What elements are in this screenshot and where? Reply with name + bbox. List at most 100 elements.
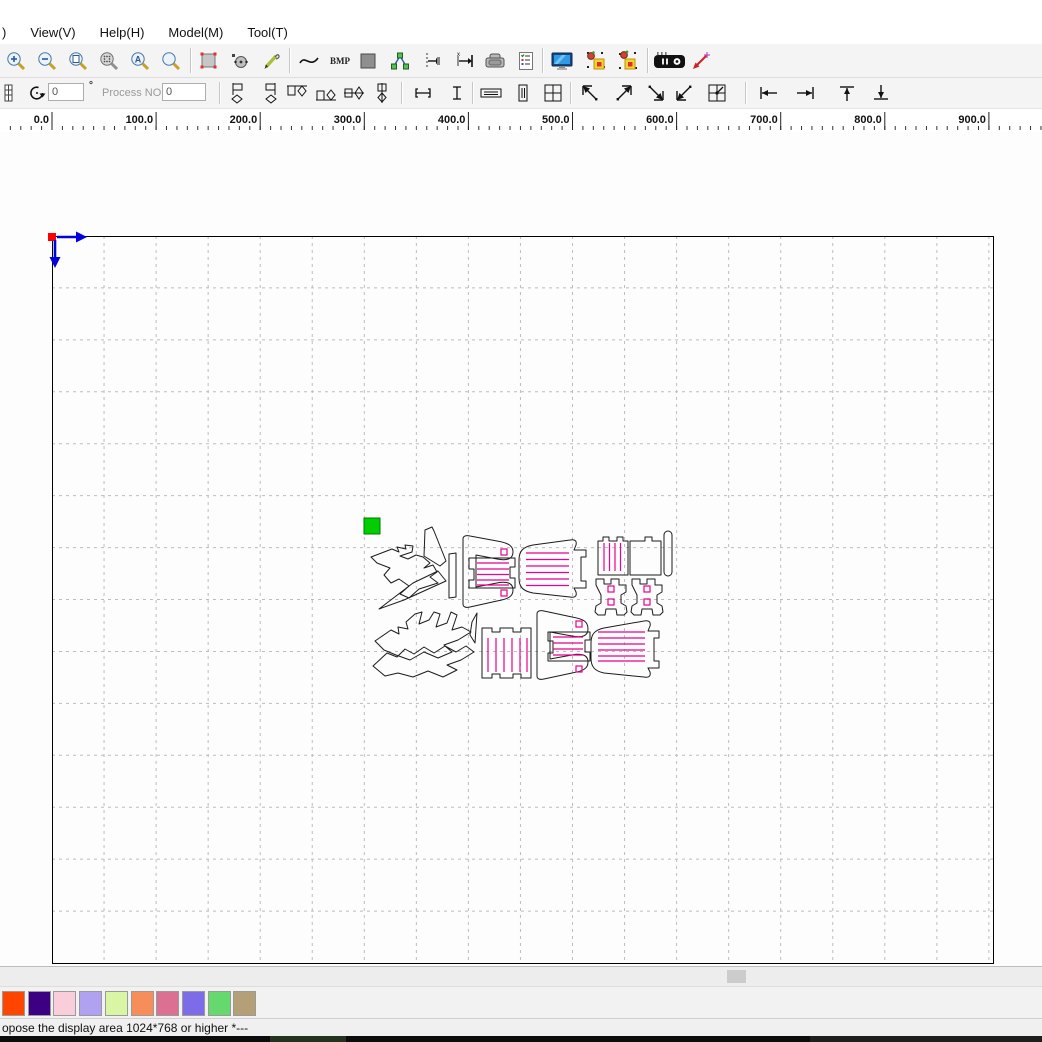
bmp-label: BMP	[330, 56, 350, 66]
move-left-button[interactable]	[756, 80, 782, 106]
menu-item-1[interactable]: View(V)	[30, 25, 75, 40]
horizontal-ruler: 0.0100.0200.0300.0400.0500.0600.0700.080…	[0, 108, 1042, 133]
zoom-in-button[interactable]	[2, 47, 30, 75]
corner-bottom-right-icon	[643, 82, 667, 104]
menu-item-2[interactable]: Help(H)	[100, 25, 145, 40]
toolbar-separator	[570, 82, 571, 104]
zoom-page-button[interactable]	[64, 47, 92, 75]
machine-icon	[483, 50, 507, 72]
node-tree-button[interactable]	[386, 47, 414, 75]
fill-rect-button[interactable]	[354, 47, 382, 75]
rotate-angle-input[interactable]	[48, 83, 84, 101]
palette-swatch-6[interactable]	[156, 991, 179, 1016]
same-height-icon	[512, 82, 534, 104]
same-width-button[interactable]	[478, 80, 504, 106]
align-center-v-icon	[370, 81, 394, 105]
curve-tool-button[interactable]	[295, 47, 323, 75]
bmp-tool-button[interactable]: BMP	[324, 47, 356, 75]
part-square-left	[598, 537, 628, 575]
part-jagged-bottom-1	[375, 612, 471, 660]
move-to-top-right-button[interactable]	[610, 80, 636, 106]
same-height-button[interactable]	[510, 80, 536, 106]
move-to-bottom-right-button[interactable]	[642, 80, 668, 106]
taskbar-segment	[810, 1036, 1042, 1042]
taskbar-segment	[270, 1036, 346, 1042]
center-target-icon	[706, 82, 730, 104]
partial-grid-button[interactable]	[0, 80, 16, 106]
ruler-label-600.0: 600.0	[646, 114, 674, 126]
pen-icon	[260, 50, 282, 72]
offset-right-button[interactable]: x	[450, 47, 478, 75]
pen-draw-button[interactable]	[257, 47, 285, 75]
drawing-canvas[interactable]	[0, 132, 1042, 966]
menu-item-3[interactable]: Model(M)	[168, 25, 223, 40]
rotate-icon	[26, 82, 48, 104]
ruler-label-0.0: 0.0	[34, 114, 49, 126]
align-center-h-button[interactable]	[341, 80, 367, 106]
palette-swatch-3[interactable]	[79, 991, 102, 1016]
move-up-button[interactable]	[834, 80, 860, 106]
move-to-bottom-left-button[interactable]	[672, 80, 698, 106]
array-copy-2-icon	[616, 49, 640, 73]
task-list-button[interactable]	[512, 47, 540, 75]
align-toolbar: ° Process NO:	[0, 78, 1042, 109]
task-list-icon	[515, 50, 537, 72]
align-center-v-button[interactable]	[369, 80, 395, 106]
arrow-left-bar-icon	[756, 82, 782, 104]
distribute-h-button[interactable]	[410, 80, 436, 106]
toolbar-separator	[472, 82, 473, 104]
process-no-label: Process NO:	[102, 87, 164, 99]
scrollbar-thumb[interactable]	[727, 970, 746, 983]
machine-output-button[interactable]	[481, 47, 509, 75]
preview-display-button[interactable]	[548, 47, 576, 75]
palette-swatch-0[interactable]	[2, 991, 25, 1016]
laser-device-button[interactable]	[652, 47, 688, 75]
move-to-top-left-button[interactable]	[578, 80, 604, 106]
palette-swatch-4[interactable]	[105, 991, 128, 1016]
move-to-center-button[interactable]	[705, 80, 731, 106]
palette-swatch-8[interactable]	[208, 991, 231, 1016]
status-message: opose the display area 1024*768 or highe…	[2, 1021, 248, 1035]
origin-marker	[48, 232, 87, 269]
menu-item-4[interactable]: Tool(T)	[247, 25, 287, 40]
move-right-button[interactable]	[792, 80, 818, 106]
palette-swatch-7[interactable]	[182, 991, 205, 1016]
toolbar-separator	[401, 82, 402, 104]
ruler-label-500.0: 500.0	[542, 114, 570, 126]
laser-pointer-button[interactable]	[687, 47, 715, 75]
anchor-marker[interactable]	[364, 518, 380, 534]
move-down-button[interactable]	[868, 80, 894, 106]
array-copy-2-button[interactable]	[614, 47, 642, 75]
zoom-page-icon	[67, 50, 89, 72]
align-left-button[interactable]	[227, 80, 253, 106]
offset-left-button[interactable]	[418, 47, 446, 75]
distribute-v-icon	[445, 82, 469, 104]
work-area[interactable]	[0, 132, 1042, 966]
palette-swatch-5[interactable]	[131, 991, 154, 1016]
node-edit-button[interactable]	[226, 47, 254, 75]
align-bottom-button[interactable]	[313, 80, 339, 106]
align-center-h-icon	[342, 81, 366, 105]
align-right-button[interactable]	[256, 80, 282, 106]
monitor-icon	[550, 50, 574, 72]
array-copy-button[interactable]	[582, 47, 610, 75]
zoom-view-button[interactable]	[157, 47, 185, 75]
distribute-v-button[interactable]	[444, 80, 470, 106]
palette-swatch-2[interactable]	[53, 991, 76, 1016]
align-top-button[interactable]	[284, 80, 310, 106]
horizontal-scrollbar[interactable]	[0, 966, 1042, 987]
palette-swatch-1[interactable]	[28, 991, 51, 1016]
palette-swatch-9[interactable]	[233, 991, 256, 1016]
corner-bottom-left-icon	[673, 82, 697, 104]
rotate-button[interactable]	[24, 80, 50, 106]
zoom-all-button[interactable]: A	[126, 47, 154, 75]
select-button[interactable]	[195, 47, 223, 75]
menu-item-0[interactable]: )	[2, 25, 6, 40]
select-rect-icon	[198, 50, 220, 72]
zoom-out-icon	[36, 50, 58, 72]
zoom-selection-button[interactable]	[95, 47, 123, 75]
process-no-input[interactable]	[162, 83, 206, 101]
zoom-out-button[interactable]	[33, 47, 61, 75]
same-size-button[interactable]	[540, 80, 566, 106]
layer-color-palette	[0, 986, 1042, 1019]
